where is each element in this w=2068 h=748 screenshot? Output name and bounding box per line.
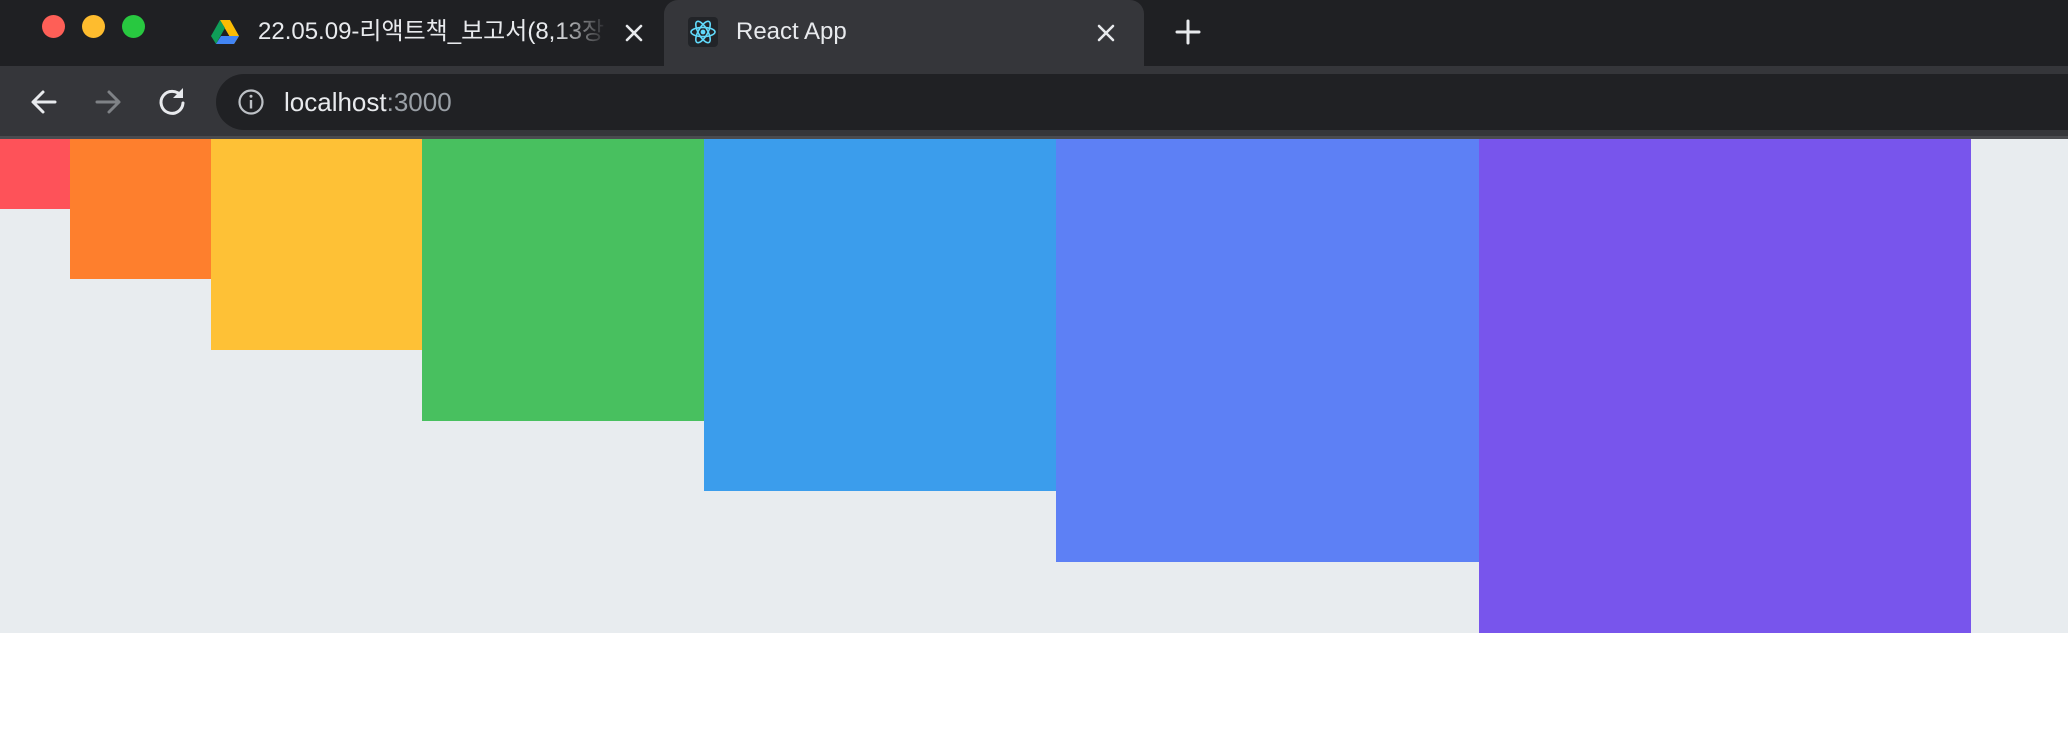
close-icon[interactable]: [1092, 19, 1120, 47]
tab-strip: 22.05.09-리액트책_보고서(8,13장 React App: [0, 0, 2068, 66]
arrow-left-icon: [31, 90, 57, 114]
tab-title: 22.05.09-리액트책_보고서(8,13장: [258, 18, 605, 45]
window-close-button[interactable]: [42, 15, 65, 38]
red-box: [0, 139, 70, 209]
orange-box: [70, 139, 211, 279]
arrow-right-icon: [95, 90, 121, 114]
tab-react-app[interactable]: React App: [664, 0, 1144, 66]
new-tab-button[interactable]: [1170, 14, 1206, 50]
window-maximize-button[interactable]: [122, 15, 145, 38]
back-button[interactable]: [26, 84, 62, 120]
browser-window: 22.05.09-리액트책_보고서(8,13장 React App localh…: [0, 0, 2068, 748]
close-icon[interactable]: [620, 19, 648, 47]
blue-box: [704, 139, 1056, 491]
browser-toolbar: localhost:3000: [0, 66, 2068, 138]
url-port: :3000: [386, 87, 452, 117]
google-drive-icon: [210, 17, 240, 47]
indigo-box: [1056, 139, 1479, 562]
reload-button[interactable]: [154, 84, 190, 120]
url-host: localhost: [284, 87, 387, 117]
plus-icon: [1175, 19, 1201, 45]
forward-button[interactable]: [90, 84, 126, 120]
address-bar[interactable]: localhost:3000: [216, 74, 2068, 130]
page-viewport: [0, 139, 2068, 748]
yellow-box: [211, 139, 422, 350]
react-logo-icon: [688, 17, 718, 47]
info-circle-icon[interactable]: [236, 87, 266, 117]
reload-icon: [159, 88, 185, 115]
window-minimize-button[interactable]: [82, 15, 105, 38]
app-container: [0, 139, 2068, 633]
green-box: [422, 139, 704, 421]
tab-title: React App: [736, 18, 847, 45]
tab-google-drive-document[interactable]: 22.05.09-리액트책_보고서(8,13장: [196, 0, 662, 66]
violet-box: [1479, 139, 1971, 633]
url-text[interactable]: localhost:3000: [284, 74, 452, 130]
